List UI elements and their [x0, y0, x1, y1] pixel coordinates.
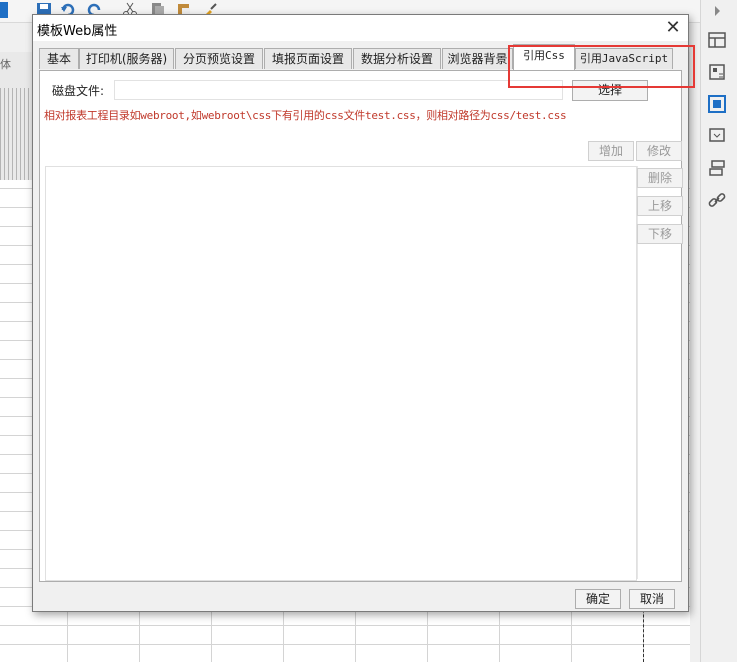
- dropdown-panel-icon[interactable]: [708, 126, 726, 144]
- dialog-title: 模板Web属性: [37, 24, 118, 39]
- tab-browser-background[interactable]: 浏览器背景: [442, 48, 513, 69]
- sheet-left-label: 体: [0, 58, 11, 71]
- ok-button[interactable]: 确定: [575, 589, 621, 609]
- expand-arrow-icon[interactable]: [708, 2, 726, 20]
- widget-settings-icon[interactable]: [708, 95, 726, 113]
- relative-path-hint: 相对报表工程目录如webroot,如webroot\css下有引用的css文件t…: [44, 109, 567, 122]
- move-up-button[interactable]: 上移: [637, 196, 683, 216]
- link-icon[interactable]: [708, 191, 726, 209]
- add-button[interactable]: 增加: [588, 141, 634, 161]
- delete-button[interactable]: 删除: [637, 168, 683, 188]
- disk-file-label: 磁盘文件:: [52, 84, 105, 98]
- tab-fill-page[interactable]: 填报页面设置: [264, 48, 352, 69]
- list-side-strip: 删除 上移 下移: [637, 166, 683, 579]
- cancel-button[interactable]: 取消: [629, 589, 675, 609]
- move-down-button[interactable]: 下移: [637, 224, 683, 244]
- css-file-list[interactable]: [45, 166, 637, 581]
- form-layout-icon[interactable]: [708, 159, 726, 177]
- tab-content-panel: 磁盘文件: 选择 相对报表工程目录如webroot,如webroot\css下有…: [39, 70, 683, 582]
- cell-element-icon[interactable]: [708, 63, 726, 81]
- tab-printer-server[interactable]: 打印机(服务器): [79, 48, 174, 69]
- cell-attribute-icon[interactable]: [708, 31, 726, 49]
- tab-data-analysis[interactable]: 数据分析设置: [353, 48, 441, 69]
- tab-basic[interactable]: 基本: [39, 48, 79, 69]
- annotation-highlight-box: [508, 45, 695, 88]
- ruler: [0, 88, 32, 180]
- template-web-properties-dialog: 模板Web属性 ✕ 基本 打印机(服务器) 分页预览设置 填报页面设置 数据分析…: [32, 14, 689, 612]
- dialog-title-bar[interactable]: 模板Web属性 ✕: [33, 15, 688, 41]
- right-side-panel: [700, 0, 737, 662]
- disk-file-input[interactable]: [114, 80, 563, 100]
- close-button[interactable]: ✕: [662, 17, 684, 39]
- app-logo-icon: [0, 2, 8, 18]
- modify-button[interactable]: 修改: [636, 141, 682, 161]
- tab-page-preview[interactable]: 分页预览设置: [175, 48, 263, 69]
